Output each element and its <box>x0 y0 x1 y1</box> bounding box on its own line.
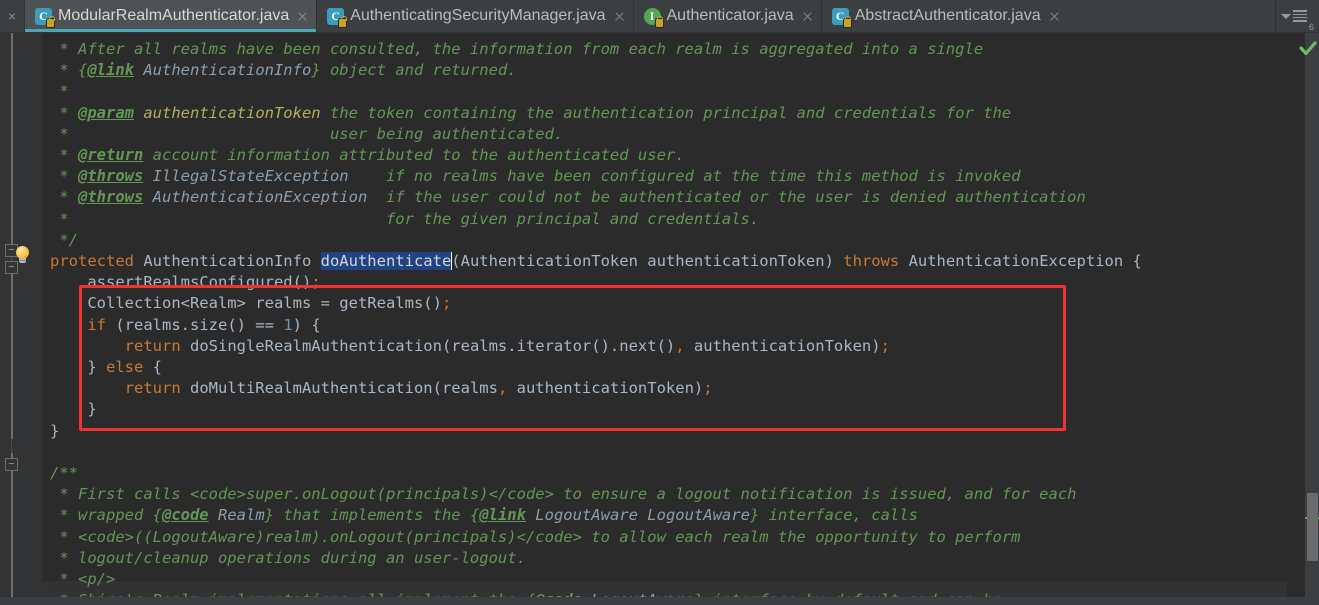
editor-marker-scrollbar[interactable] <box>1305 33 1319 605</box>
editor-bottom-edge <box>0 597 1319 605</box>
chevron-down-icon <box>1280 13 1291 19</box>
java-class-icon: C <box>831 7 852 27</box>
fold-collapse-icon[interactable]: − <box>5 458 18 471</box>
editor-tab-abstractauthenticator[interactable]: C AbstractAuthenticator.java <box>820 0 1068 32</box>
editor-gutter[interactable]: − − − <box>0 33 42 605</box>
vertical-scrollbar-thumb[interactable] <box>1307 493 1318 561</box>
source-code[interactable]: * After all realms have been consulted, … <box>50 39 1142 605</box>
java-class-icon: C <box>35 7 55 27</box>
tab-overflow-count: 6 <box>1308 22 1314 32</box>
close-icon[interactable] <box>800 9 815 24</box>
editor-tab-label: Authenticator.java <box>666 7 794 24</box>
java-interface-icon: I <box>643 7 663 27</box>
editor-tab-bar: × C ModularRealmAuthenticator.java C Aut… <box>0 0 1319 33</box>
code-text-area[interactable]: * After all realms have been consulted, … <box>42 33 1319 605</box>
editor-tab-label: AbstractAuthenticator.java <box>854 7 1041 24</box>
editor-tab-authenticator[interactable]: I Authenticator.java <box>632 0 821 32</box>
code-editor[interactable]: − − − * After all realms have been consu… <box>0 33 1319 605</box>
fold-region-bar-javadoc-bottom[interactable] <box>11 453 13 605</box>
editor-tab-label: AuthenticatingSecurityManager.java <box>350 7 606 24</box>
close-icon[interactable] <box>1047 9 1062 24</box>
editor-tab-modularrealmauthenticator[interactable]: C ModularRealmAuthenticator.java <box>24 0 317 32</box>
fold-region-bar-javadoc-top[interactable] <box>11 33 13 251</box>
fold-region-bar-method[interactable] <box>11 274 13 439</box>
lightbulb-icon[interactable] <box>14 246 32 264</box>
tab-list-dropdown-icon[interactable]: 6 <box>1275 0 1319 32</box>
java-class-icon: C <box>327 7 347 27</box>
editor-tab-label: ModularRealmAuthenticator.java <box>58 7 290 24</box>
close-icon[interactable] <box>612 9 627 24</box>
list-lines-icon <box>1292 10 1307 22</box>
close-icon[interactable] <box>295 9 310 24</box>
green-checkmark-icon[interactable] <box>1299 41 1317 57</box>
editor-tab-authenticatingsecuritymanager[interactable]: C AuthenticatingSecurityManager.java <box>316 0 632 32</box>
ide-editor-window: × C ModularRealmAuthenticator.java C Aut… <box>0 0 1319 605</box>
close-all-tabs-icon[interactable]: × <box>0 0 24 32</box>
